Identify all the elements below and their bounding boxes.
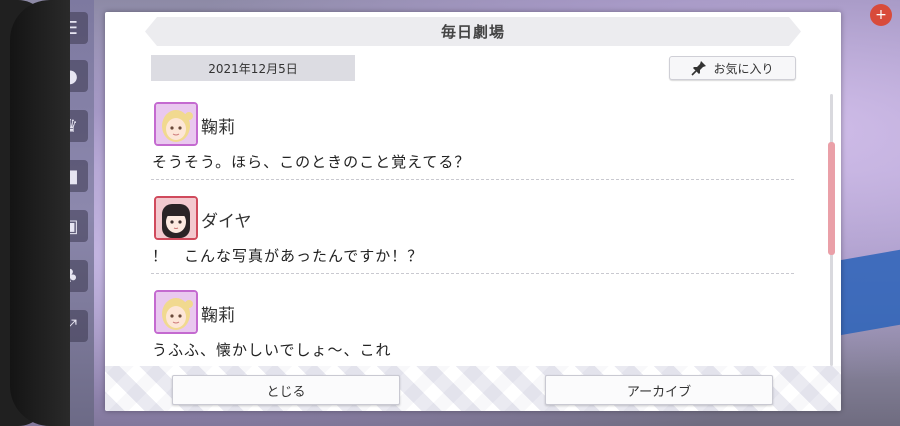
message-list[interactable]: 鞠莉 そうそう。ほら、このときのこと覚えてる？ ダイヤ ！ こんな写真があったん… [151, 94, 794, 370]
daily-theater-dialog: 毎日劇場 2021年12月5日 お気に入り 鞠莉 そうそう。ほら、このときのこと… [105, 12, 841, 411]
message-divider [151, 273, 794, 274]
speaker-name: ダイヤ [201, 212, 252, 232]
speaker-name: 鞠莉 [201, 306, 235, 326]
dia-avatar [154, 196, 198, 240]
message-divider [151, 179, 794, 180]
close-button[interactable]: とじる [172, 375, 400, 405]
pin-icon [691, 61, 707, 76]
favorite-label: お気に入り [713, 61, 774, 76]
date-text: 2021年12月5日 [208, 61, 298, 76]
date-label-box: 2021年12月5日 [151, 55, 355, 81]
favorite-button[interactable]: お気に入り [669, 56, 796, 80]
archive-button[interactable]: アーカイブ [545, 375, 773, 405]
message-text: ！ こんな写真があったんですか！？ [152, 247, 424, 265]
background-tile [840, 249, 900, 336]
dialog-title: 毎日劇場 [440, 23, 505, 41]
title-bar: 毎日劇場 [145, 17, 801, 46]
device-bezel [0, 0, 70, 426]
mari-avatar [154, 102, 198, 146]
mari-avatar [154, 290, 198, 334]
message-text: そうそう。ほら、このときのこと覚えてる？ [152, 153, 471, 171]
message-text: うふふ、懐かしいでしょ〜、これ [152, 341, 392, 359]
speaker-name: 鞠莉 [201, 118, 235, 138]
notification-badge-icon: + [870, 4, 892, 26]
scrollbar-thumb[interactable] [828, 142, 835, 255]
